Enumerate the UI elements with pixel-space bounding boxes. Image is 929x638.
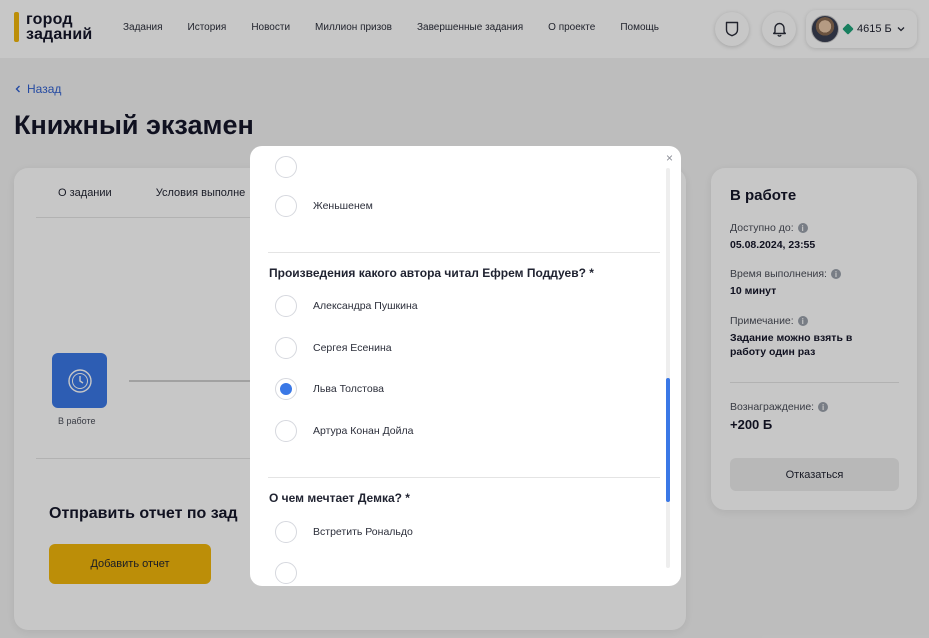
answer-option-label: Встретить Рональдо bbox=[313, 526, 413, 538]
answer-option[interactable] bbox=[275, 156, 297, 178]
answer-option-label: Сергея Есенина bbox=[313, 342, 392, 354]
radio-button[interactable] bbox=[275, 195, 297, 217]
close-icon[interactable]: × bbox=[666, 152, 673, 164]
answer-option[interactable]: Александра Пушкина bbox=[275, 295, 418, 317]
answer-option[interactable] bbox=[275, 562, 297, 584]
question-title: О чем мечтает Демка? * bbox=[269, 491, 410, 505]
scrollbar-track[interactable] bbox=[666, 168, 670, 568]
radio-button[interactable] bbox=[275, 337, 297, 359]
radio-button[interactable] bbox=[275, 420, 297, 442]
question-divider bbox=[268, 252, 660, 253]
answer-option[interactable]: Артура Конан Дойла bbox=[275, 420, 413, 442]
question-divider bbox=[268, 477, 660, 478]
answer-option-selected[interactable]: Льва Толстова bbox=[275, 378, 384, 400]
answer-option-label: Женьшенем bbox=[313, 200, 373, 212]
answer-option-label: Артура Конан Дойла bbox=[313, 425, 414, 437]
answer-option[interactable]: Встретить Рональдо bbox=[275, 521, 413, 543]
radio-button[interactable] bbox=[275, 295, 297, 317]
radio-dot bbox=[280, 383, 292, 395]
radio-button[interactable] bbox=[275, 562, 297, 584]
question-title: Произведения какого автора читал Ефрем П… bbox=[269, 266, 594, 280]
answer-option-label: Льва Толстова bbox=[313, 383, 384, 395]
radio-button[interactable] bbox=[275, 156, 297, 178]
radio-button[interactable] bbox=[275, 521, 297, 543]
answer-option-label: Александра Пушкина bbox=[313, 300, 418, 312]
scrollbar-thumb[interactable] bbox=[666, 378, 670, 502]
quiz-modal: × Женьшенем Произведения какого автора ч… bbox=[250, 146, 681, 586]
answer-option[interactable]: Женьшенем bbox=[275, 195, 373, 217]
answer-option[interactable]: Сергея Есенина bbox=[275, 337, 392, 359]
radio-button-checked[interactable] bbox=[275, 378, 297, 400]
